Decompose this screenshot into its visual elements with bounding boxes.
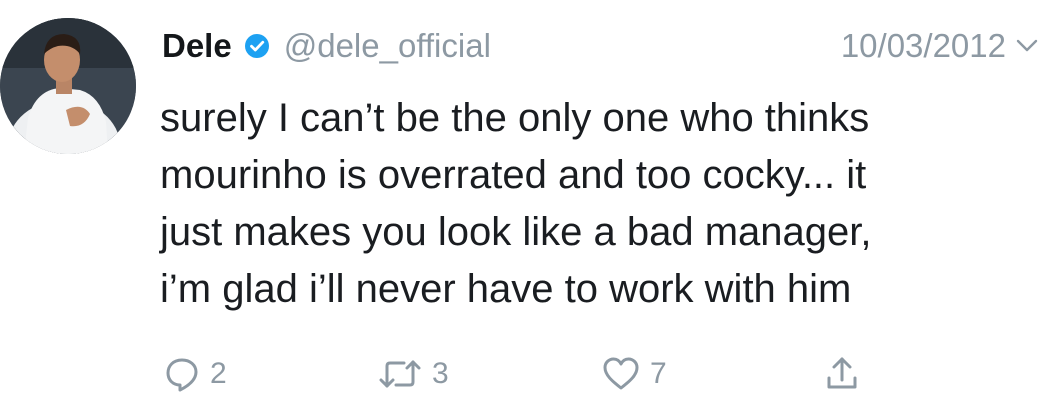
author-handle[interactable]: @dele_official [284, 27, 491, 65]
share-button[interactable] [824, 352, 860, 396]
tweet-text-line: just makes you look like a bad manager, [160, 210, 872, 254]
tweet-card: Dele @dele_official 10/03/2012 surely I … [0, 0, 1058, 403]
tweet-header: Dele @dele_official 10/03/2012 [162, 22, 1038, 70]
avatar[interactable] [0, 18, 136, 154]
tweet-text-line: i’m glad i’ll never have to work with hi… [160, 267, 852, 311]
retweet-button[interactable]: 3 [378, 352, 449, 396]
retweet-count: 3 [432, 357, 449, 390]
chevron-down-icon[interactable] [1016, 39, 1038, 53]
reply-count: 2 [210, 357, 227, 390]
tweet-text-line: mourinho is overrated and too cocky... i… [160, 153, 867, 197]
reply-icon [166, 358, 198, 392]
author-name[interactable]: Dele [162, 27, 232, 65]
tweet-text-line: surely I can’t be the only one who think… [160, 96, 870, 140]
like-count: 7 [650, 357, 667, 390]
tweet-text: surely I can’t be the only one who think… [160, 90, 1040, 318]
tweet-date: 10/03/2012 [840, 27, 1006, 64]
heart-icon [603, 357, 639, 390]
share-icon [827, 357, 857, 389]
retweet-icon [379, 360, 421, 388]
tweet-actions: 2 3 7 [164, 352, 924, 396]
verified-badge-icon [244, 33, 270, 59]
like-button[interactable]: 7 [602, 352, 667, 396]
tweet-date-menu[interactable]: 10/03/2012 [841, 27, 1038, 65]
reply-button[interactable]: 2 [164, 352, 227, 396]
